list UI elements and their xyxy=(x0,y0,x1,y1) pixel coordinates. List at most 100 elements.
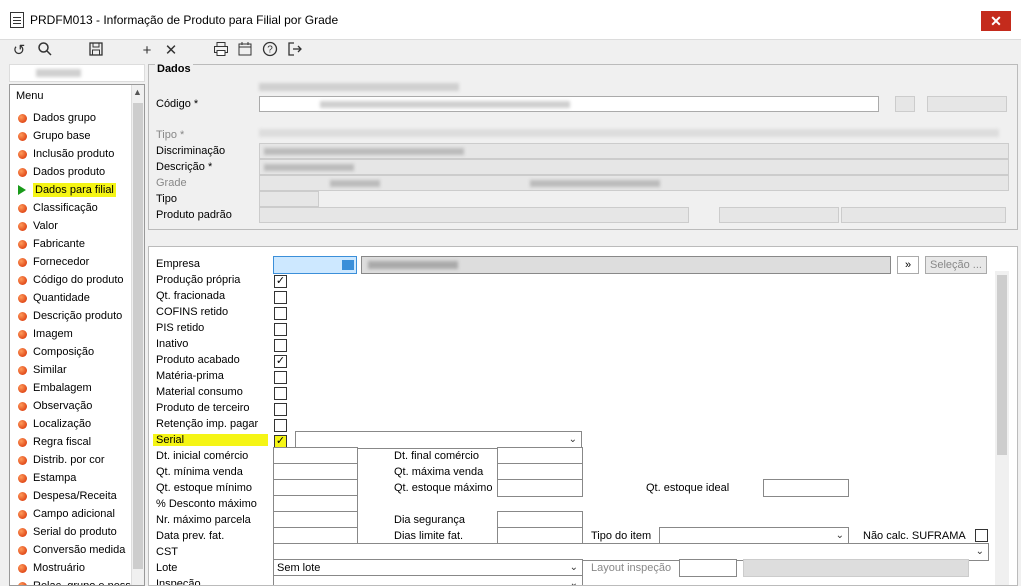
bullet-icon xyxy=(18,258,27,267)
print-icon[interactable] xyxy=(211,41,231,61)
toolbar: ↺ + ✕ ? xyxy=(0,40,1021,62)
bullet-icon xyxy=(18,168,27,177)
tipo2-label: Tipo xyxy=(156,193,177,205)
menu-item[interactable]: Campo adicional xyxy=(16,507,131,525)
menu-item[interactable]: Inclusão produto xyxy=(16,147,131,165)
menu-item[interactable]: Grupo base xyxy=(16,129,131,147)
menu-item[interactable]: Descrição produto xyxy=(16,309,131,327)
checkbox-label: Serial xyxy=(153,434,268,446)
menu-item[interactable]: Mostruário xyxy=(16,561,131,579)
produto-padrao-button[interactable] xyxy=(719,207,839,223)
menu-item[interactable]: Dados produto xyxy=(16,165,131,183)
form-scrollbar[interactable] xyxy=(995,271,1009,585)
menu-item[interactable]: Regra fiscal xyxy=(16,435,131,453)
lote-label: Lote xyxy=(156,562,178,574)
layout-inspecao-code[interactable] xyxy=(679,559,737,577)
refresh-icon[interactable]: ↺ xyxy=(9,41,29,61)
bullet-icon xyxy=(18,582,27,585)
menu-item[interactable]: Código do produto xyxy=(16,273,131,291)
menu-item[interactable]: Localização xyxy=(16,417,131,435)
menu-item[interactable]: Distrib. por cor xyxy=(16,453,131,471)
menu-item[interactable]: Estampa xyxy=(16,471,131,489)
descricao-field xyxy=(259,159,1009,175)
add-icon[interactable]: + xyxy=(137,41,157,61)
menu-item[interactable]: Similar xyxy=(16,363,131,381)
checkbox[interactable] xyxy=(274,291,287,304)
menu-scrollbar[interactable]: ▲ xyxy=(131,85,144,585)
checkbox[interactable] xyxy=(274,403,287,416)
inspecao-select[interactable]: ⌄ xyxy=(273,575,583,585)
checkbox[interactable] xyxy=(274,307,287,320)
checkbox[interactable] xyxy=(274,339,287,352)
checkbox[interactable]: ✓ xyxy=(274,355,287,368)
menu-item[interactable]: Composição xyxy=(16,345,131,363)
checkbox[interactable]: ✓ xyxy=(274,275,287,288)
qt-estoque-ideal-input[interactable] xyxy=(763,479,849,497)
qt-estoque-ideal-label: Qt. estoque ideal xyxy=(646,482,730,494)
checkbox-label: PIS retido xyxy=(156,322,205,334)
codigo-action-button[interactable] xyxy=(927,96,1007,112)
descricao-label: Descrição * xyxy=(156,161,213,173)
layout-inspecao-name xyxy=(743,559,969,577)
empresa-nav-button[interactable]: » xyxy=(897,256,919,274)
menu-item[interactable]: Despesa/Receita xyxy=(16,489,131,507)
tipo-label: Tipo * xyxy=(156,129,185,141)
delete-icon[interactable]: ✕ xyxy=(161,41,181,61)
bullet-icon xyxy=(18,474,27,483)
qt-estoque-maximo-input[interactable] xyxy=(497,479,583,497)
menu-item[interactable]: Conversão medida xyxy=(16,543,131,561)
empresa-code-input[interactable] xyxy=(273,256,357,274)
menu-item[interactable]: Valor xyxy=(16,219,131,237)
save-icon[interactable] xyxy=(86,41,106,61)
bullet-icon xyxy=(18,528,27,537)
menu-item[interactable]: Quantidade xyxy=(16,291,131,309)
checkbox-label: Retenção imp. pagar xyxy=(156,418,259,430)
menu-item[interactable]: Imagem xyxy=(16,327,131,345)
form-scroll-thumb[interactable] xyxy=(997,275,1007,455)
checkbox[interactable] xyxy=(274,323,287,336)
nr-maximo-parcela-label: Nr. máximo parcela xyxy=(156,514,251,526)
calendar-icon[interactable] xyxy=(235,41,255,61)
menu-item[interactable]: Observação xyxy=(16,399,131,417)
lote-value: Sem lote xyxy=(277,562,321,574)
menu-item-label: Dados para filial xyxy=(33,183,116,197)
checkbox-label: Qt. fracionada xyxy=(156,290,226,302)
filial-form: Empresa » Seleção ... Produção própria ✓ Q… xyxy=(148,246,1018,586)
nao-calc-suframa-checkbox[interactable] xyxy=(975,529,988,542)
checkbox[interactable] xyxy=(274,387,287,400)
menu-item[interactable]: Fabricante xyxy=(16,237,131,255)
checkbox-label: Produção própria xyxy=(156,274,241,286)
checkbox[interactable] xyxy=(274,371,287,384)
menu-item[interactable]: Fornecedor xyxy=(16,255,131,273)
menu-item-label: Distrib. por cor xyxy=(33,454,105,466)
codigo-field[interactable] xyxy=(259,96,879,112)
scroll-up-icon[interactable]: ▲ xyxy=(133,87,142,97)
branch-selector[interactable] xyxy=(9,64,145,82)
search-icon[interactable] xyxy=(35,41,55,61)
menu-item-label: Estampa xyxy=(33,472,77,484)
menu-item[interactable]: Serial do produto xyxy=(16,525,131,543)
bullet-icon xyxy=(18,114,27,123)
close-button[interactable]: ✕ xyxy=(981,11,1011,31)
exit-icon[interactable] xyxy=(285,41,305,61)
selecao-button[interactable]: Seleção ... xyxy=(925,256,987,274)
dados-legend: Dados xyxy=(155,63,193,75)
help-icon[interactable]: ? xyxy=(260,41,280,61)
produto-padrao-action-button[interactable] xyxy=(841,207,1006,223)
menu-scroll-thumb[interactable] xyxy=(133,103,143,569)
qt-maxima-venda-label: Qt. máxima venda xyxy=(394,466,484,478)
menu-item[interactable]: Dados para filial xyxy=(16,183,131,201)
menu-item[interactable]: Embalagem xyxy=(16,381,131,399)
menu-item-label: Composição xyxy=(33,346,95,358)
menu-item-label: Relac. grupo e ness xyxy=(33,580,131,586)
bullet-icon xyxy=(18,240,27,249)
menu-item[interactable]: Classificação xyxy=(16,201,131,219)
menu-item[interactable]: Dados grupo xyxy=(16,111,131,129)
menu-item[interactable]: Relac. grupo e ness xyxy=(16,579,131,586)
bullet-icon xyxy=(18,366,27,375)
bullet-icon xyxy=(18,150,27,159)
discriminacao-label: Discriminação xyxy=(156,145,226,157)
codigo-lookup-button[interactable] xyxy=(895,96,915,112)
checkbox-label: COFINS retido xyxy=(156,306,229,318)
checkbox[interactable] xyxy=(274,419,287,432)
